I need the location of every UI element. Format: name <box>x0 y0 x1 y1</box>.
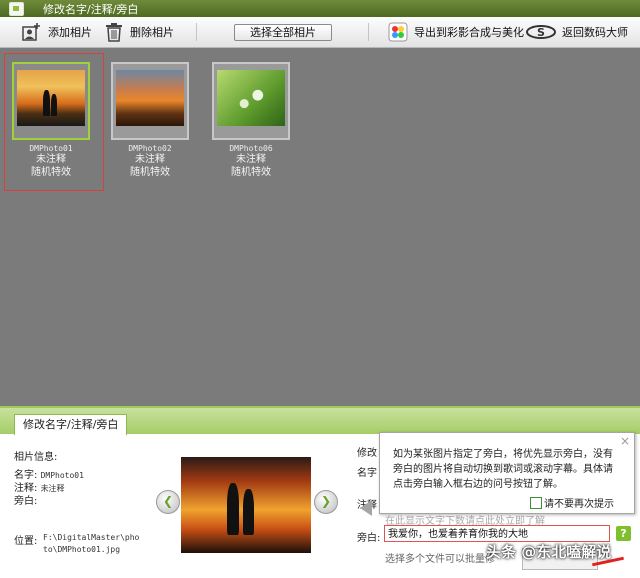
photo-thumbnail[interactable]: DMPhoto02 未注释 随机特效 <box>111 62 189 179</box>
back-button[interactable]: S 返回数码大师 <box>526 22 628 42</box>
select-all-button[interactable]: 选择全部相片 <box>234 24 332 41</box>
export-button[interactable]: 导出到彩影合成与美化 <box>388 22 524 42</box>
thumbnail-frame <box>111 62 189 140</box>
info-location-label: 位置: <box>14 536 38 547</box>
toolbar-divider <box>196 23 197 41</box>
tooltip-pointer <box>360 500 372 516</box>
chevron-left-icon: ❮ <box>162 494 174 508</box>
logo-s-icon: S <box>526 22 556 42</box>
title-bar: 修改名字/注释/旁白 <box>0 0 640 17</box>
narration-field-label: 旁白: <box>357 533 381 544</box>
thumbnail-image <box>217 70 285 126</box>
toolbar-divider <box>368 23 369 41</box>
window-title: 修改名字/注释/旁白 <box>43 3 139 16</box>
narration-tooltip: × 如为某张图片指定了旁白，将优先显示旁白，没有旁白的图片将自动切换到歌词或滚动… <box>379 432 635 514</box>
dont-show-again-checkbox[interactable] <box>530 497 542 509</box>
photo-info-title: 相片信息: <box>14 452 58 463</box>
previous-photo-button[interactable]: ❮ <box>156 490 180 514</box>
tab-edit-name-comment-narration[interactable]: 修改名字/注释/旁白 <box>14 414 128 435</box>
photo-comment: 未注释 <box>36 154 66 165</box>
close-icon[interactable]: × <box>620 434 630 448</box>
dont-show-again-label: 请不要再次提示 <box>544 499 614 510</box>
chevron-right-icon: ❯ <box>320 494 332 508</box>
back-label: 返回数码大师 <box>562 26 628 39</box>
app-icon <box>9 2 24 16</box>
edit-section-label: 修改 <box>357 448 377 459</box>
photo-thumbnail[interactable]: DMPhoto06 未注释 随机特效 <box>212 62 290 179</box>
photo-thumbnail[interactable]: DMPhoto01 未注释 随机特效 <box>12 62 90 179</box>
photo-effect: 随机特效 <box>231 167 271 178</box>
color-pinwheel-icon <box>388 22 408 42</box>
info-comment-value: 未注释 <box>40 484 65 493</box>
trash-icon <box>104 22 124 42</box>
thumbnail-image <box>116 70 184 126</box>
toolbar: 添加相片 删除相片 选择全部相片 导出到彩影合成与美化 S 返回数码大师 <box>0 17 640 48</box>
tooltip-text: 如为某张图片指定了旁白，将优先显示旁白，没有旁白的图片将自动切换到歌词或滚动字幕… <box>393 449 613 490</box>
thumbnail-frame <box>212 62 290 140</box>
preview-image <box>181 457 311 553</box>
export-label: 导出到彩影合成与美化 <box>414 26 524 39</box>
delete-photo-label: 删除相片 <box>130 26 174 39</box>
info-narration-label: 旁白: <box>14 496 38 507</box>
next-photo-button[interactable]: ❯ <box>314 490 338 514</box>
delete-photo-button[interactable]: 删除相片 <box>104 22 174 42</box>
thumbnail-image <box>17 70 85 126</box>
photo-effect: 随机特效 <box>31 167 71 178</box>
add-photo-label: 添加相片 <box>48 26 92 39</box>
name-field-label: 名字 <box>357 468 377 479</box>
thumbnail-frame <box>12 62 90 140</box>
watermark: 头条 @东北嗑解说 <box>486 543 612 561</box>
help-button[interactable]: ? <box>616 526 631 541</box>
add-photo-button[interactable]: 添加相片 <box>22 22 92 42</box>
batch-edit-hint: 选择多个文件可以批量修 <box>385 554 495 565</box>
panel-tab-bar: 修改名字/注释/旁白 <box>0 408 640 435</box>
narration-input[interactable]: 我爱你，也爱着养育你我的大地 <box>384 525 610 542</box>
photo-comment: 未注释 <box>135 154 165 165</box>
photo-name: DMPhoto01 <box>29 144 73 153</box>
photo-gallery: DMPhoto01 未注释 随机特效 DMPhoto02 未注释 随机特效 DM… <box>0 48 640 406</box>
photo-name: DMPhoto02 <box>128 144 172 153</box>
photo-effect: 随机特效 <box>130 167 170 178</box>
add-user-icon <box>22 22 42 42</box>
photo-comment: 未注释 <box>236 154 266 165</box>
photo-name: DMPhoto06 <box>229 144 273 153</box>
svg-text:S: S <box>537 26 545 39</box>
info-location-value: F:\DigitalMaster\photo\DMPhoto01.jpg <box>43 533 140 554</box>
